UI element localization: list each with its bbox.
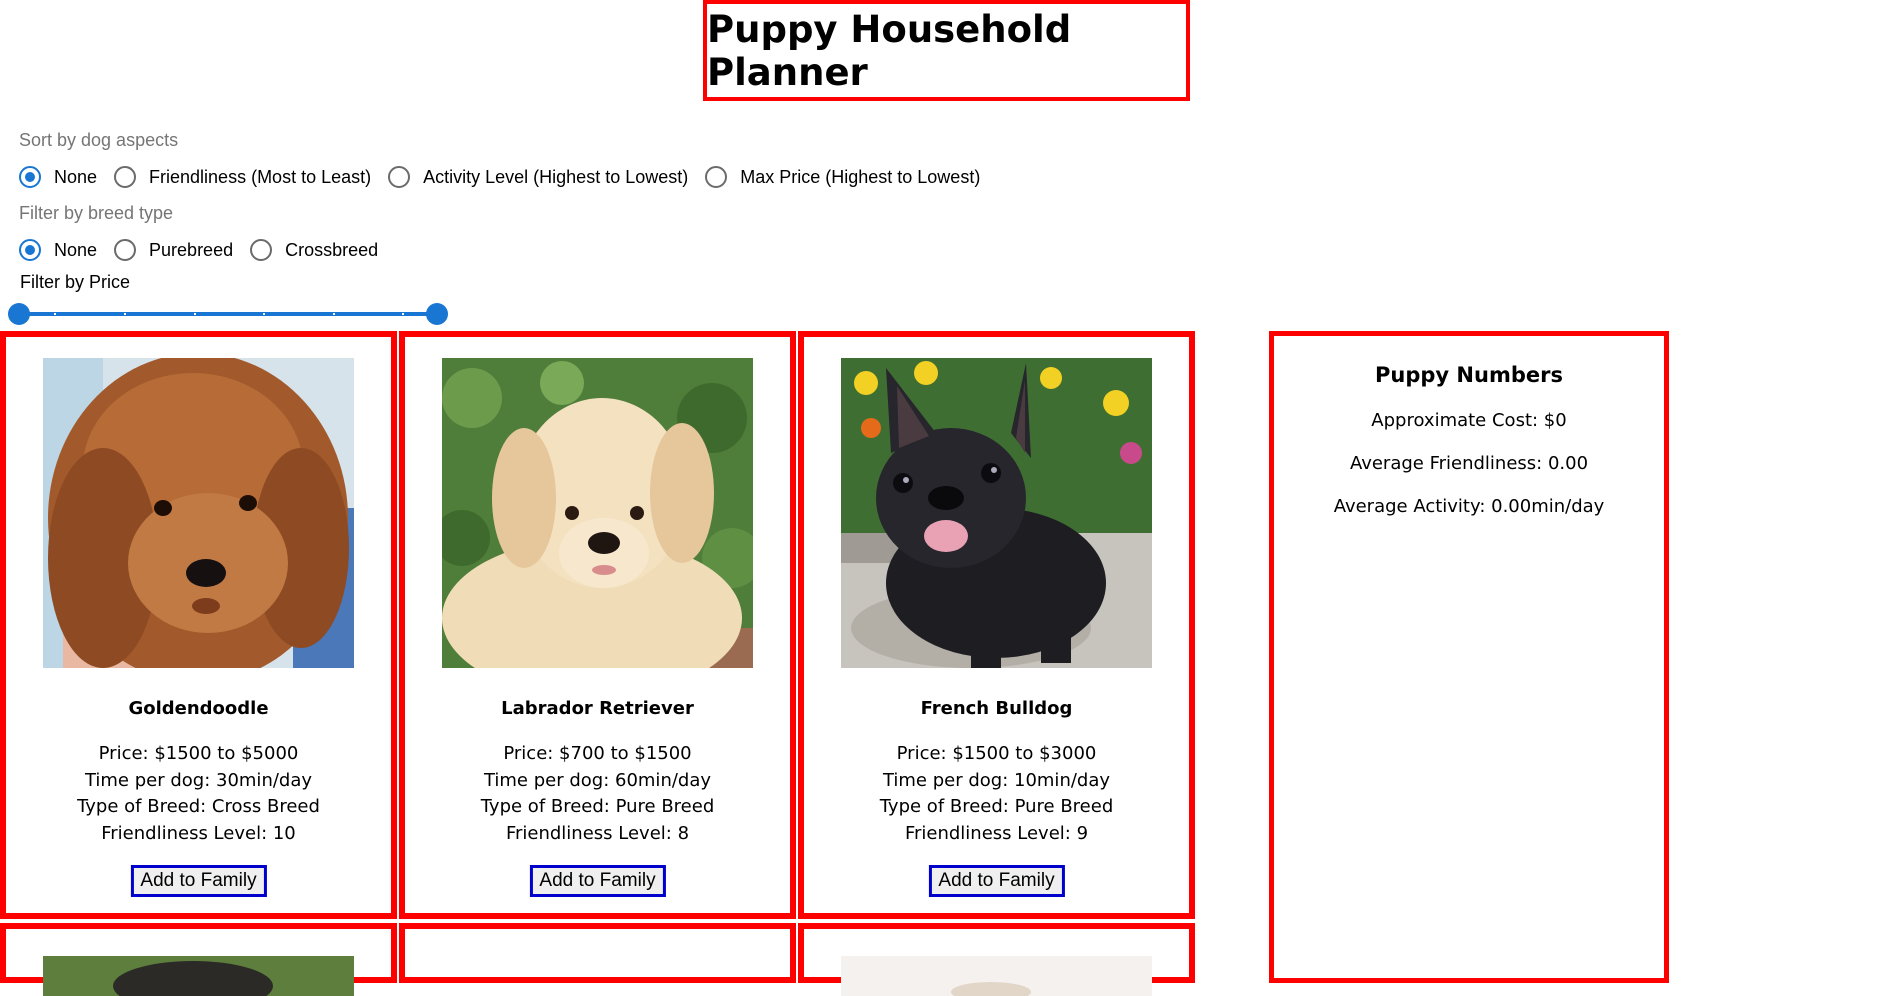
dog-name: Labrador Retriever xyxy=(501,698,694,719)
sort-option-activity[interactable]: Activity Level (Highest to Lowest) xyxy=(388,166,688,188)
breed-option-purebreed[interactable]: Purebreed xyxy=(114,239,233,261)
breed-option-label: Purebreed xyxy=(149,239,234,260)
add-to-family-button[interactable]: Add to Family xyxy=(130,865,267,897)
sort-radio-group: None Friendliness (Most to Least) Activi… xyxy=(19,166,997,188)
dog-price: Price: $1500 to $3000 xyxy=(896,743,1097,764)
price-filter-label: Filter by Price xyxy=(20,272,131,292)
dog-friendliness: Friendliness Level: 9 xyxy=(904,822,1089,844)
dog-photo xyxy=(43,956,354,996)
add-to-family-button[interactable]: Add to Family xyxy=(928,865,1065,897)
puppy-numbers-panel: Puppy Numbers Approximate Cost: $0 Avera… xyxy=(1269,331,1669,983)
breed-option-none[interactable]: None xyxy=(19,239,97,261)
french-bulldog-photo xyxy=(841,358,1152,668)
dog-friendliness: Friendliness Level: 10 xyxy=(101,822,296,844)
dog-card xyxy=(0,923,397,996)
dog-card xyxy=(399,923,796,983)
dog-time: Time per dog: 10min/day xyxy=(882,769,1111,791)
dog-info: Price: $1500 to $5000 Time per dog: 30mi… xyxy=(6,741,391,847)
slider-tick xyxy=(263,313,265,315)
dog-photo xyxy=(841,956,1152,996)
dog-card: Labrador Retriever Price: $700 to $1500 … xyxy=(399,331,796,919)
dog-breed-type: Type of Breed: Pure Breed xyxy=(879,796,1114,817)
breed-option-label: Crossbreed xyxy=(285,239,379,260)
radio-unchecked-icon[interactable] xyxy=(114,166,137,188)
dog-price: Price: $700 to $1500 xyxy=(503,743,692,764)
dog-name: French Bulldog xyxy=(920,698,1073,719)
dog-breed-type: Type of Breed: Cross Breed xyxy=(77,796,320,817)
dog-name: Goldendoodle xyxy=(128,698,269,719)
sort-option-label: Activity Level (Highest to Lowest) xyxy=(423,166,689,187)
radio-unchecked-icon[interactable] xyxy=(388,166,411,188)
sort-label: Sort by dog aspects xyxy=(19,130,179,150)
breed-radio-group: None Purebreed Crossbreed xyxy=(19,239,395,261)
slider-max-thumb[interactable] xyxy=(426,303,448,325)
summary-activity: Average Activity: 0.00min/day xyxy=(1333,496,1605,517)
price-range-slider[interactable] xyxy=(8,302,448,326)
slider-tick xyxy=(402,313,404,315)
page-title: Puppy Household Planner xyxy=(707,7,1072,94)
dog-info: Price: $700 to $1500 Time per dog: 60min… xyxy=(405,741,790,847)
page-title-box: Puppy Household Planner xyxy=(703,0,1190,101)
breed-option-label: None xyxy=(54,239,98,260)
sort-option-max-price[interactable]: Max Price (Highest to Lowest) xyxy=(705,166,980,188)
radio-checked-icon[interactable] xyxy=(19,166,41,188)
slider-tick xyxy=(194,313,196,315)
breed-option-crossbreed[interactable]: Crossbreed xyxy=(250,239,378,261)
sort-option-friendliness[interactable]: Friendliness (Most to Least) xyxy=(114,166,371,188)
radio-unchecked-icon[interactable] xyxy=(250,239,273,261)
summary-title: Puppy Numbers xyxy=(1375,363,1563,387)
add-to-family-button[interactable]: Add to Family xyxy=(529,865,666,897)
dog-breed-type: Type of Breed: Pure Breed xyxy=(480,796,715,817)
dog-price: Price: $1500 to $5000 xyxy=(98,743,299,764)
dog-info: Price: $1500 to $3000 Time per dog: 10mi… xyxy=(804,741,1189,847)
slider-track[interactable] xyxy=(19,312,437,316)
dog-friendliness: Friendliness Level: 8 xyxy=(505,822,690,844)
sort-option-label: Max Price (Highest to Lowest) xyxy=(740,166,981,187)
dog-card: French Bulldog Price: $1500 to $3000 Tim… xyxy=(798,331,1195,919)
slider-min-thumb[interactable] xyxy=(8,303,30,325)
sort-option-none[interactable]: None xyxy=(19,166,97,188)
sort-option-label: None xyxy=(54,166,98,187)
dog-card: Goldendoodle Price: $1500 to $5000 Time … xyxy=(0,331,397,919)
slider-tick xyxy=(124,313,126,315)
radio-checked-icon[interactable] xyxy=(19,239,41,261)
slider-tick xyxy=(333,313,335,315)
labrador-retriever-photo xyxy=(442,358,753,668)
summary-cost: Approximate Cost: $0 xyxy=(1371,410,1567,431)
sort-option-label: Friendliness (Most to Least) xyxy=(149,166,372,187)
summary-friendliness: Average Friendliness: 0.00 xyxy=(1349,453,1589,474)
dog-card xyxy=(798,923,1195,996)
breed-filter-label: Filter by breed type xyxy=(19,203,174,223)
goldendoodle-photo xyxy=(43,358,354,668)
slider-tick xyxy=(54,313,56,315)
radio-unchecked-icon[interactable] xyxy=(114,239,137,261)
dog-time: Time per dog: 60min/day xyxy=(483,769,712,791)
dog-time: Time per dog: 30min/day xyxy=(84,769,313,791)
radio-unchecked-icon[interactable] xyxy=(705,166,728,188)
